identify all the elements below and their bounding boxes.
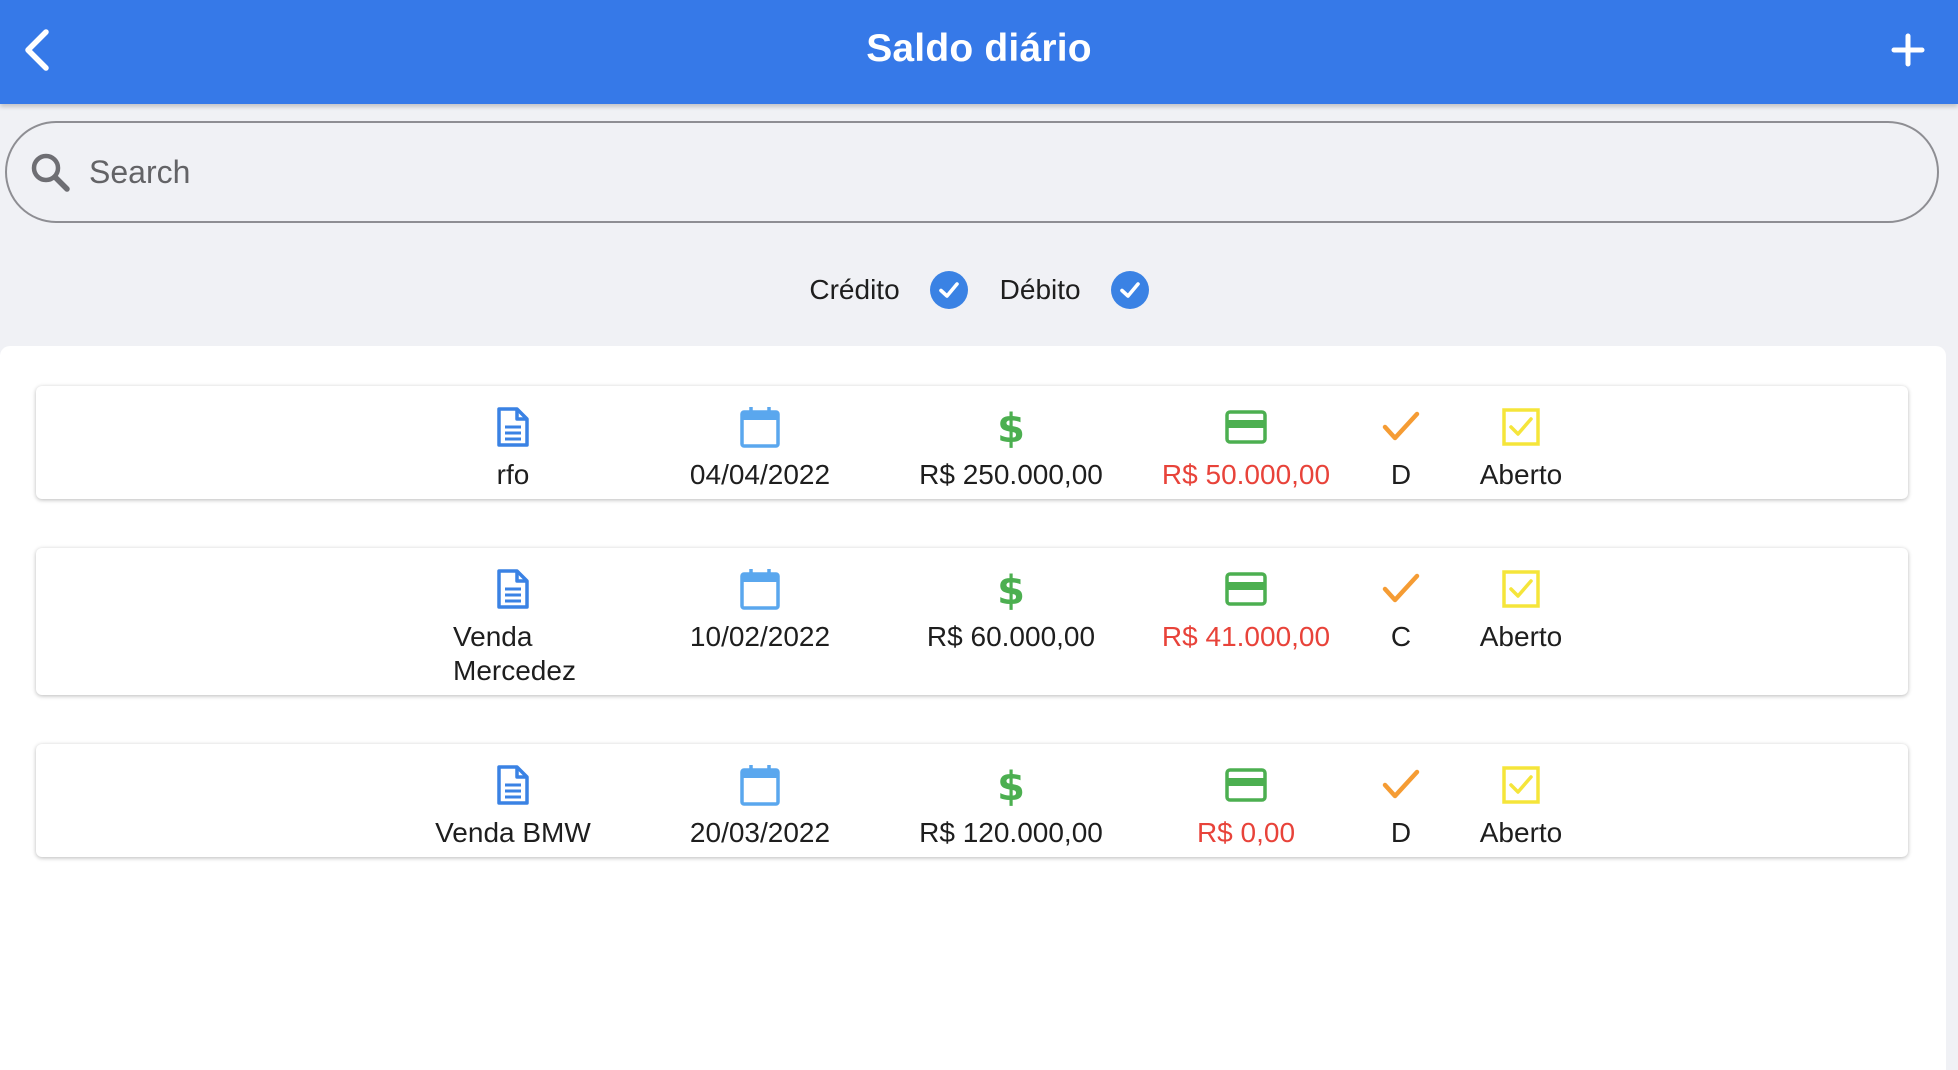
checkmark-icon — [1378, 762, 1424, 808]
entry-type: D — [1390, 817, 1412, 848]
status-column: Aberto — [1446, 762, 1596, 850]
dollar-icon: $ — [988, 762, 1034, 808]
entry-date: 10/02/2022 — [689, 621, 831, 652]
checkbox-icon — [1498, 566, 1544, 612]
entry-description: Venda BMW — [435, 817, 591, 848]
date-column: 04/04/2022 — [660, 404, 860, 492]
calendar-icon — [737, 762, 783, 808]
entry-balance: R$ 0,00 — [1196, 817, 1296, 848]
value-column: $ R$ 60.000,00 — [886, 566, 1136, 654]
credito-checkbox[interactable] — [929, 271, 968, 309]
search-bar[interactable] — [5, 121, 1939, 223]
document-icon — [490, 762, 536, 808]
entry-value: R$ 250.000,00 — [919, 459, 1103, 490]
description-column: Venda BMW — [413, 762, 613, 850]
filter-group: Crédito Débito — [0, 262, 1958, 318]
credit-card-icon — [1223, 566, 1269, 612]
entry-balance: R$ 41.000,00 — [1161, 621, 1331, 652]
debito-checkbox[interactable] — [1110, 271, 1149, 309]
date-column: 20/03/2022 — [660, 762, 860, 850]
checkbox-icon — [1498, 404, 1544, 450]
date-column: 10/02/2022 — [660, 566, 860, 654]
entry-value: R$ 120.000,00 — [919, 817, 1103, 848]
app-screen: Saldo diário Crédito Débito — [0, 0, 1958, 1070]
document-icon — [490, 404, 536, 450]
entry-date: 20/03/2022 — [689, 817, 831, 848]
description-column: rfo — [413, 404, 613, 492]
type-column: C — [1361, 566, 1441, 654]
checkmark-icon — [938, 282, 959, 298]
search-input[interactable] — [87, 141, 1891, 203]
calendar-icon — [737, 566, 783, 612]
status-column: Aberto — [1446, 404, 1596, 492]
filter-credito-label: Crédito — [809, 274, 900, 305]
add-button[interactable] — [1880, 22, 1936, 78]
entry-type: C — [1390, 621, 1412, 652]
checkmark-icon — [1378, 566, 1424, 612]
filter-credito[interactable]: Crédito — [809, 271, 968, 309]
svg-text:$: $ — [997, 406, 1025, 449]
calendar-icon — [737, 404, 783, 450]
list-item[interactable]: rfo 04/04/2022 $ R$ 250.000,00 R$ 50.000… — [36, 386, 1908, 499]
balance-column: R$ 0,00 — [1121, 762, 1371, 850]
svg-text:$: $ — [997, 568, 1025, 611]
entry-type: D — [1390, 459, 1412, 490]
type-column: D — [1361, 404, 1441, 492]
document-icon — [490, 566, 536, 612]
value-column: $ R$ 120.000,00 — [886, 762, 1136, 850]
dollar-icon: $ — [988, 404, 1034, 450]
svg-text:$: $ — [997, 764, 1025, 807]
list-item[interactable]: Venda Mercedez 10/02/2022 $ R$ 60.000,00… — [36, 548, 1908, 695]
entry-status: Aberto — [1479, 621, 1563, 652]
credit-card-icon — [1223, 762, 1269, 808]
page-title: Saldo diário — [866, 27, 1092, 70]
type-column: D — [1361, 762, 1441, 850]
entry-balance: R$ 50.000,00 — [1161, 459, 1331, 490]
search-icon — [27, 149, 73, 195]
value-column: $ R$ 250.000,00 — [886, 404, 1136, 492]
balance-column: R$ 41.000,00 — [1121, 566, 1371, 654]
entry-status: Aberto — [1479, 817, 1563, 848]
description-column: Venda Mercedez — [413, 566, 613, 688]
checkbox-icon — [1498, 762, 1544, 808]
entry-description: rfo — [496, 459, 530, 490]
checkmark-icon — [1119, 282, 1140, 298]
dollar-icon: $ — [988, 566, 1034, 612]
status-column: Aberto — [1446, 566, 1596, 654]
header-bar: Saldo diário — [0, 0, 1958, 104]
balance-column: R$ 50.000,00 — [1121, 404, 1371, 492]
filter-debito-label: Débito — [999, 274, 1081, 305]
credit-card-icon — [1223, 404, 1269, 450]
checkmark-icon — [1378, 404, 1424, 450]
entries-list: rfo 04/04/2022 $ R$ 250.000,00 R$ 50.000… — [0, 346, 1946, 1070]
plus-icon — [1891, 33, 1925, 67]
list-item[interactable]: Venda BMW 20/03/2022 $ R$ 120.000,00 R$ … — [36, 744, 1908, 857]
filter-debito[interactable]: Débito — [1000, 271, 1149, 309]
entry-description: Venda Mercedez — [453, 621, 576, 686]
entry-status: Aberto — [1479, 459, 1563, 490]
entry-value: R$ 60.000,00 — [926, 621, 1096, 652]
entry-date: 04/04/2022 — [689, 459, 831, 490]
